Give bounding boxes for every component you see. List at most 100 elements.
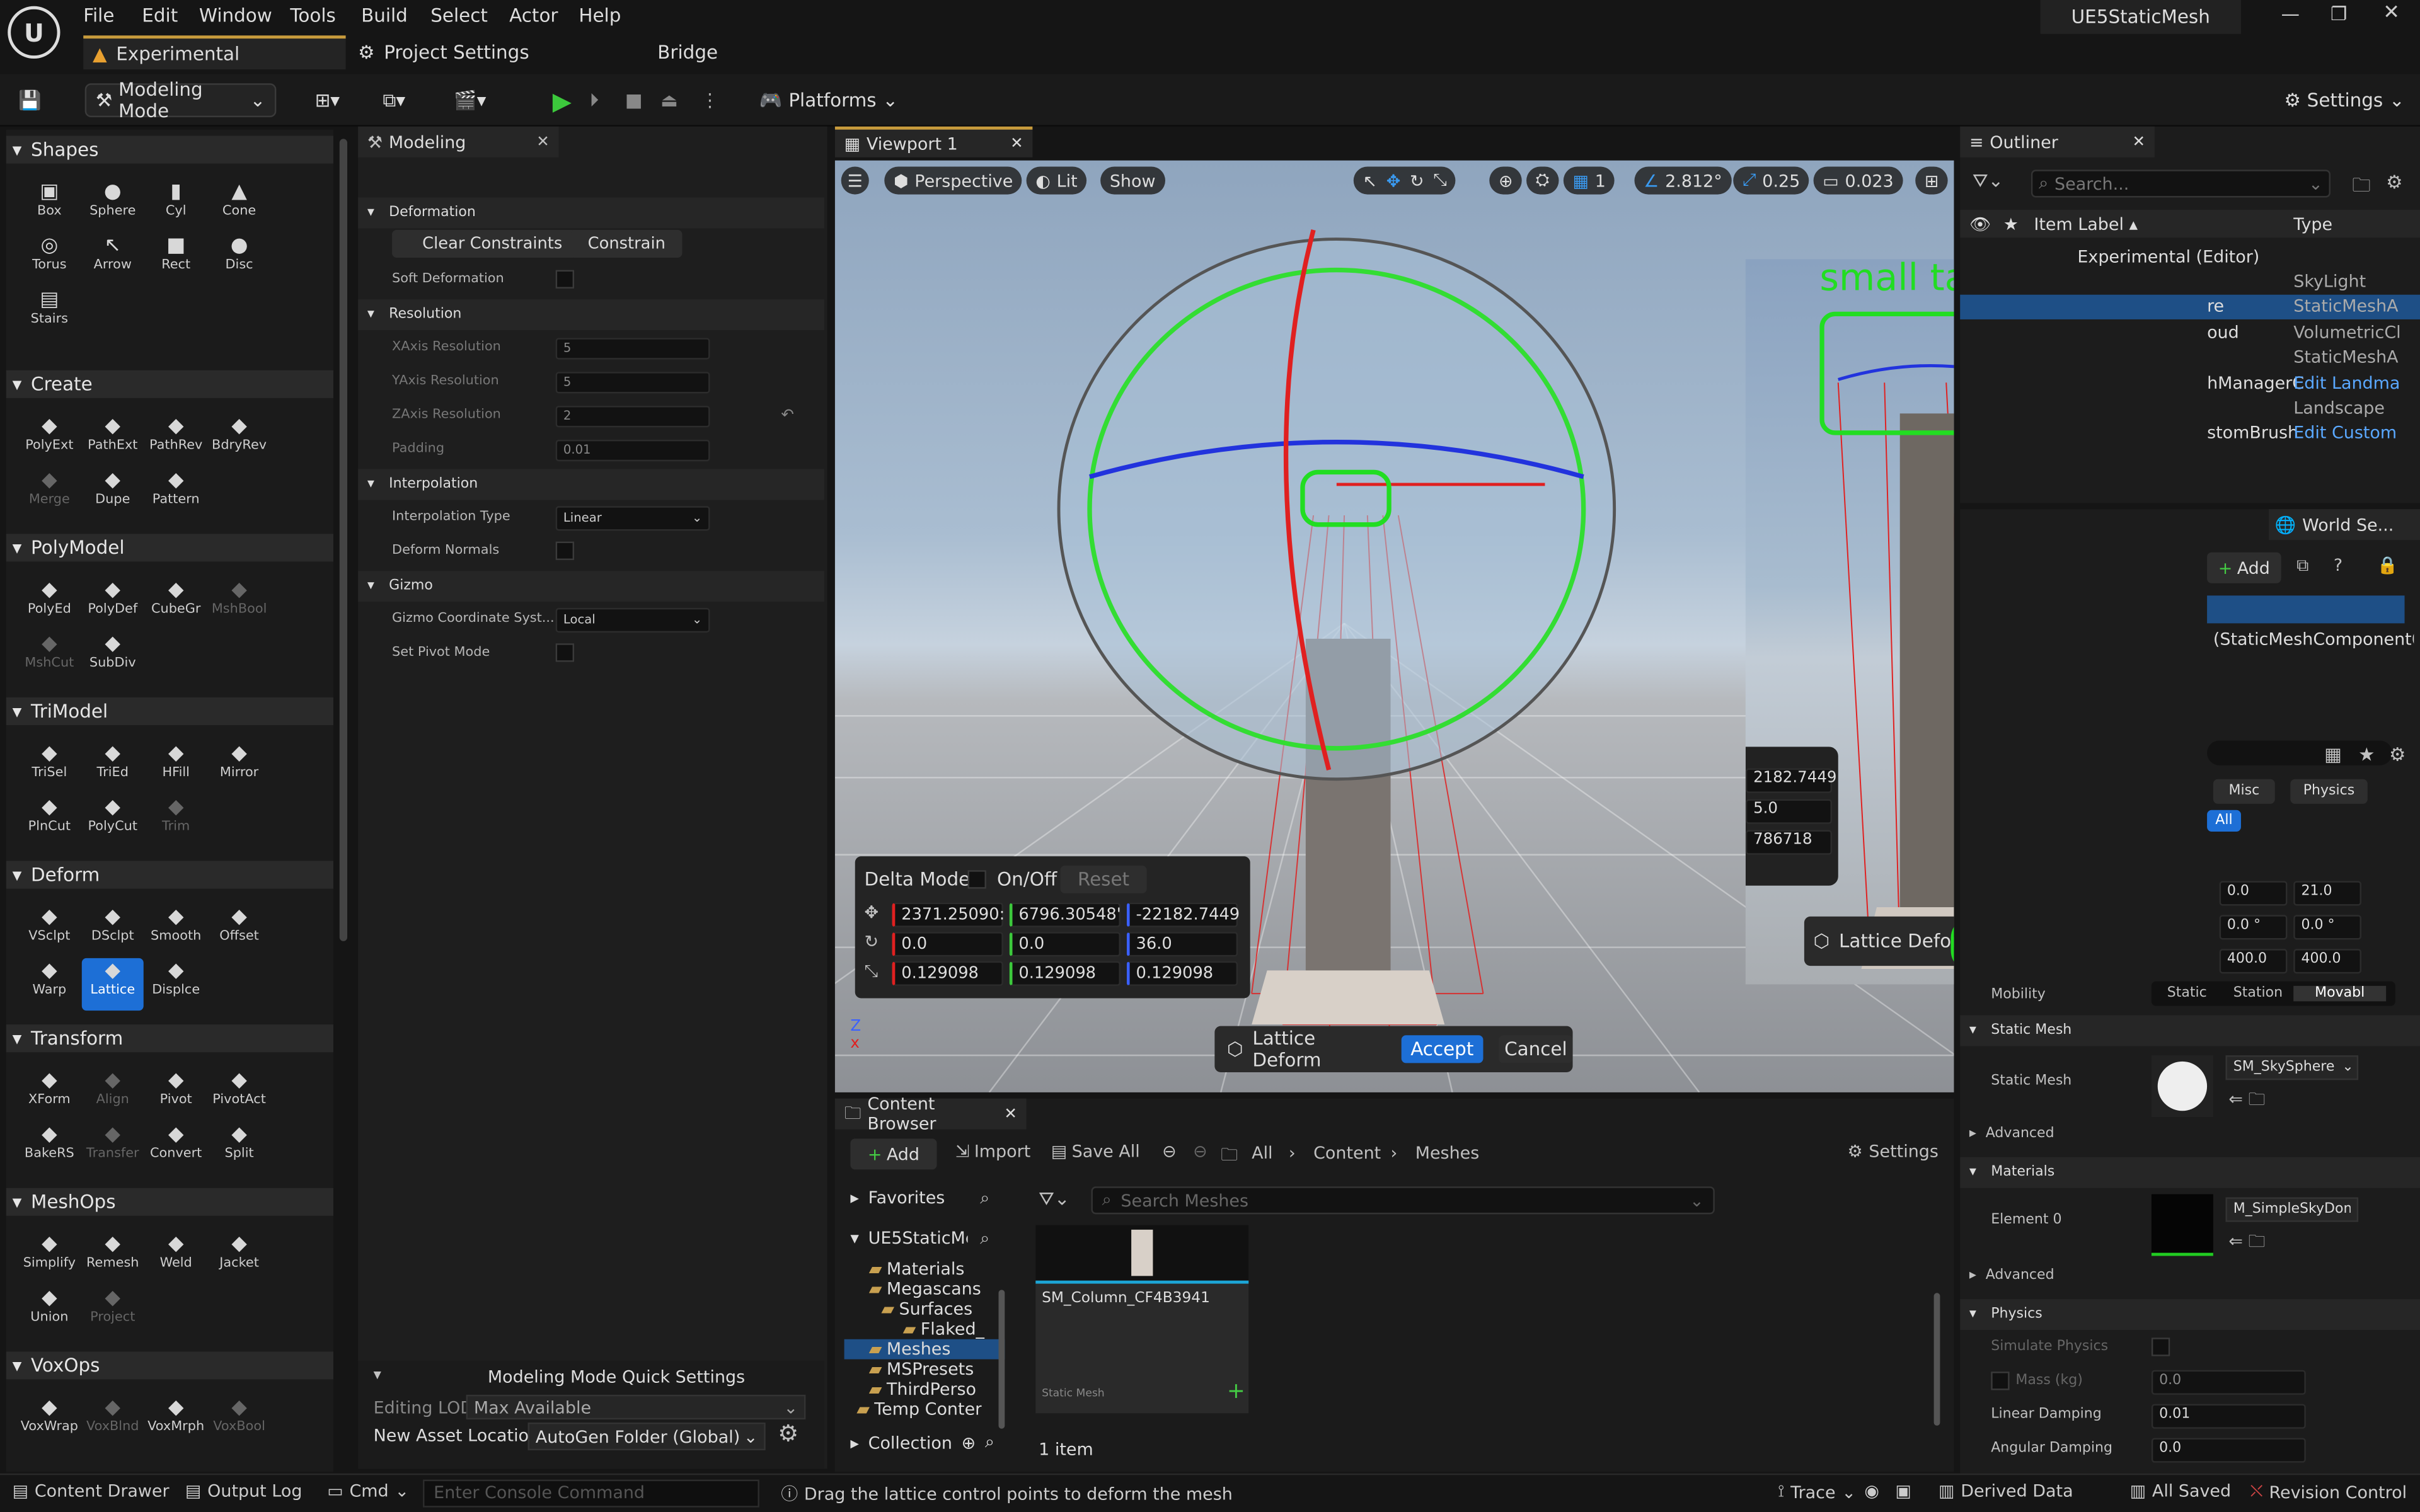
tool-mshbool[interactable]: ◆ MshBool	[209, 577, 270, 629]
gear-icon[interactable]: ⚙	[2386, 171, 2402, 193]
trace-button[interactable]: ⟟ Trace ⌄	[1778, 1481, 1856, 1503]
menu-help[interactable]: Help	[579, 4, 621, 26]
menu-build[interactable]: Build	[361, 4, 408, 26]
section-static-mesh[interactable]: ▾ Static Mesh	[1960, 1015, 2420, 1046]
all-saved-button[interactable]: ▥ All Saved	[2130, 1481, 2231, 1501]
search-icon[interactable]: ⌕	[980, 1228, 989, 1249]
outliner-row[interactable]: oud VolumetricCl	[1960, 319, 2420, 344]
close-window-button[interactable]: ✕	[2383, 1, 2400, 25]
folder-mspresets[interactable]: ▰ MSPresets	[844, 1360, 1005, 1380]
category-transform[interactable]: ▾ Transform	[6, 1024, 333, 1053]
tool-cubegr[interactable]: ◆ CubeGr	[145, 577, 207, 629]
select-icon[interactable]: ↖	[1363, 171, 1377, 191]
lit-button[interactable]: ◐ Lit	[1026, 166, 1087, 195]
tool-pivotact[interactable]: ◆ PivotAct	[209, 1068, 270, 1120]
content-drawer-button[interactable]: ▤ Content Drawer	[13, 1481, 170, 1501]
tool-voxwrap[interactable]: ◆ VoxWrap	[18, 1395, 80, 1447]
section-resolution[interactable]: ▾ Resolution	[358, 299, 824, 331]
viewport-menu-icon[interactable]: ☰	[841, 166, 869, 195]
category-shapes[interactable]: ▾ Shapes	[6, 135, 333, 164]
import-button[interactable]: ⇲ Import	[955, 1142, 1030, 1162]
linear-damping-input[interactable]: 0.01	[2151, 1404, 2306, 1429]
outliner-row[interactable]: StaticMeshA	[1960, 345, 2420, 370]
lock-icon[interactable]: 🔒	[2377, 556, 2398, 576]
collapse-icon[interactable]: ▾	[374, 1367, 381, 1384]
scale-y-input[interactable]: 0.129098	[1009, 961, 1121, 986]
help-icon[interactable]: ?	[2334, 556, 2342, 576]
world-local-icon[interactable]: ⊕	[1489, 166, 1523, 195]
tool-merge[interactable]: ◆ Merge	[18, 467, 80, 520]
material-select[interactable]: M_SimpleSkyDome	[2225, 1197, 2359, 1222]
tool-project[interactable]: ◆ Project	[82, 1285, 144, 1337]
save-icon[interactable]: 💾	[18, 83, 42, 117]
tool-disc[interactable]: ● Disc	[209, 233, 270, 285]
category-polymodel[interactable]: ▾ PolyModel	[6, 534, 333, 562]
category-meshops[interactable]: ▾ MeshOps	[6, 1188, 333, 1216]
asset-tile[interactable]: SM_Column_CF4B3941 Static Mesh +	[1035, 1225, 1249, 1414]
tool-warp[interactable]: ◆ Warp	[18, 958, 80, 1011]
folder-thirdperso[interactable]: ▰ ThirdPerso	[844, 1379, 1005, 1399]
derived-data-button[interactable]: ▥ Derived Data	[1939, 1481, 2073, 1501]
tool-simplify[interactable]: ◆ Simplify	[18, 1231, 80, 1283]
tool-bakers[interactable]: ◆ BakeRS	[18, 1121, 80, 1174]
history-forward-icon[interactable]: ⊖	[1193, 1142, 1207, 1162]
gear-icon[interactable]: ⚙	[2389, 743, 2406, 765]
section-physics[interactable]: ▾ Physics	[1960, 1299, 2420, 1331]
tool-cyl[interactable]: ▮ Cyl	[145, 179, 207, 231]
restore-button[interactable]: ❐	[2331, 3, 2347, 25]
grid-view-icon[interactable]: ▦	[2324, 743, 2342, 765]
tab-outliner[interactable]: ≡ Outliner ✕	[1960, 126, 2155, 158]
stop-icon[interactable]: ■	[625, 83, 643, 117]
tool-cone[interactable]: ▲ Cone	[209, 179, 270, 231]
cb-settings-button[interactable]: ⚙ Settings	[1847, 1142, 1938, 1162]
add-collection-icon[interactable]: ⊕	[962, 1433, 976, 1453]
record-icon[interactable]: ◉	[1864, 1481, 1879, 1501]
folder-meshes[interactable]: ▰ Meshes	[844, 1339, 1005, 1360]
perspective-button[interactable]: ⬢ Perspective	[884, 166, 1023, 195]
path-all[interactable]: All	[1252, 1143, 1272, 1164]
tool-trim[interactable]: ◆ Trim	[145, 794, 207, 847]
simulate-physics-checkbox[interactable]	[2151, 1337, 2170, 1356]
tab-experimental[interactable]: ▲ Experimental	[83, 35, 346, 70]
browse-arrow-icon[interactable]: ⇐ 🗀	[2228, 1086, 2265, 1116]
mobility-movable[interactable]: Movabl	[2293, 985, 2387, 1002]
gear-icon[interactable]: ⚙	[778, 1419, 798, 1447]
scale-z-input[interactable]: 0.129098	[1126, 961, 1238, 986]
tool-bdryrev[interactable]: ◆ BdryRev	[209, 413, 270, 466]
tool-stairs[interactable]: ▤ Stairs	[18, 287, 80, 340]
layout-icon[interactable]: ⊞	[1915, 166, 1949, 195]
deform-normals-checkbox[interactable]	[555, 541, 575, 560]
path-content[interactable]: Content	[1313, 1143, 1381, 1164]
reset-button[interactable]: Reset	[1060, 865, 1147, 893]
folder-materials[interactable]: ▰ Materials	[844, 1259, 1005, 1279]
scale-x-input[interactable]: 0.129098	[892, 961, 1003, 986]
angular-damping-input[interactable]: 0.0	[2151, 1438, 2306, 1463]
tab-bridge[interactable]: Bridge	[657, 35, 718, 69]
folder-megascans[interactable]: ▰ Megascans	[844, 1279, 1005, 1299]
soft-deformation-checkbox[interactable]	[555, 270, 575, 289]
blueprint-icon[interactable]: ⧉	[2296, 556, 2308, 577]
blueprint-icon[interactable]: ⧉▾	[383, 83, 405, 117]
history-back-icon[interactable]: ⊖	[1162, 1142, 1177, 1162]
material-thumbnail[interactable]	[2151, 1194, 2213, 1256]
category-trimodel[interactable]: ▾ TriModel	[6, 697, 333, 726]
add-button[interactable]: + Add	[850, 1138, 937, 1170]
close-icon[interactable]: ✕	[1004, 1106, 1017, 1123]
save-all-button[interactable]: ▤ Save All	[1051, 1142, 1140, 1162]
scale-icon[interactable]: ⤡	[1433, 169, 1447, 191]
tool-dupe[interactable]: ◆ Dupe	[82, 467, 144, 520]
tool-polyed[interactable]: ◆ PolyEd	[18, 577, 80, 629]
tool-voxmrph[interactable]: ◆ VoxMrph	[145, 1395, 207, 1447]
camera-icon[interactable]: ▣	[1895, 1481, 1911, 1501]
tab-project-settings[interactable]: ⚙ Project Settings	[358, 35, 529, 69]
tab-modeling[interactable]: ⚒ Modeling ✕	[358, 126, 559, 158]
palette-scrollbar[interactable]	[339, 139, 348, 941]
path-meshes[interactable]: Meshes	[1415, 1143, 1480, 1164]
assets-scrollbar[interactable]	[1933, 1293, 1940, 1426]
star-icon[interactable]: ★	[2358, 743, 2375, 765]
tool-box[interactable]: ▣ Box	[18, 179, 80, 231]
cinematics-icon[interactable]: 🎬▾	[454, 83, 486, 117]
xaxis-resolution-input[interactable]: 5	[555, 338, 710, 360]
tool-weld[interactable]: ◆ Weld	[145, 1231, 207, 1283]
tool-pathext[interactable]: ◆ PathExt	[82, 413, 144, 466]
